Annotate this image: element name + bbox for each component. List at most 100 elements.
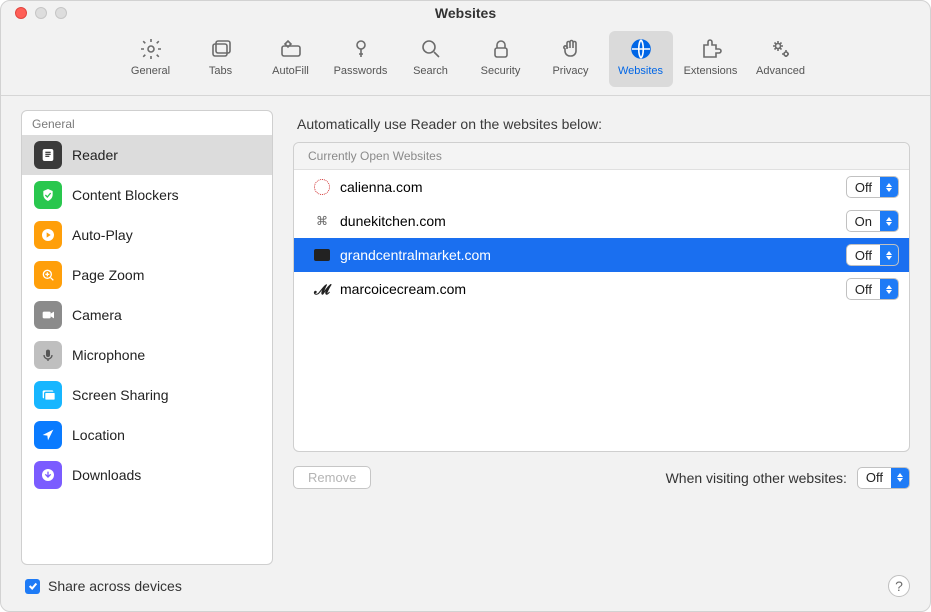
toolbar-tab-label: Security <box>481 65 521 77</box>
main-panel: Automatically use Reader on the websites… <box>293 110 910 565</box>
favicon-icon <box>314 179 330 195</box>
toolbar-tab-tabs[interactable]: Tabs <box>189 31 253 87</box>
chevron-updown-icon <box>891 468 909 488</box>
download-icon <box>34 461 62 489</box>
hand-icon <box>557 35 585 63</box>
chevron-updown-icon <box>880 245 898 265</box>
chevron-updown-icon <box>880 211 898 231</box>
websites-list: Currently Open Websites calienna.com Off d… <box>293 142 910 452</box>
website-domain: dunekitchen.com <box>340 213 836 229</box>
toolbar-tab-label: General <box>131 65 170 77</box>
globe-icon <box>627 35 655 63</box>
sidebar-item-label: Camera <box>72 307 122 323</box>
default-setting-label: When visiting other websites: <box>666 470 847 486</box>
website-row[interactable]: dunekitchen.com On <box>294 204 909 238</box>
sidebar-item-label: Location <box>72 427 125 443</box>
remove-button[interactable]: Remove <box>293 466 371 489</box>
toolbar-tab-websites[interactable]: Websites <box>609 31 673 87</box>
help-button[interactable]: ? <box>888 575 910 597</box>
favicon-icon <box>314 213 330 229</box>
shield-icon <box>34 181 62 209</box>
chevron-updown-icon <box>880 177 898 197</box>
location-icon <box>34 421 62 449</box>
share-across-devices-checkbox[interactable]: Share across devices <box>25 578 182 594</box>
toolbar-tab-label: Advanced <box>756 65 805 77</box>
sidebar-item-label: Reader <box>72 147 118 163</box>
gears-icon <box>767 35 795 63</box>
website-setting-value: Off <box>847 248 880 263</box>
gear-icon <box>137 35 165 63</box>
bottom-controls: Remove When visiting other websites: Off <box>293 466 910 489</box>
key-icon <box>347 35 375 63</box>
share-across-devices-label: Share across devices <box>48 578 182 594</box>
checkbox-checked-icon <box>25 579 40 594</box>
window-title: Websites <box>1 5 930 21</box>
toolbar-tab-label: Tabs <box>209 65 232 77</box>
toolbar-tab-security[interactable]: Security <box>469 31 533 87</box>
zoom-icon <box>34 261 62 289</box>
toolbar-tab-label: Extensions <box>684 65 738 77</box>
sidebar-item-camera[interactable]: Camera <box>22 295 272 335</box>
website-domain: marcoicecream.com <box>340 281 836 297</box>
favicon-icon <box>314 281 330 297</box>
lock-icon <box>487 35 515 63</box>
website-setting-select[interactable]: On <box>846 210 899 232</box>
sidebar-item-microphone[interactable]: Microphone <box>22 335 272 375</box>
sidebar-item-downloads[interactable]: Downloads <box>22 455 272 495</box>
sidebar-item-reader[interactable]: Reader <box>22 135 272 175</box>
website-setting-select[interactable]: Off <box>846 278 899 300</box>
titlebar: Websites <box>1 1 930 25</box>
sidebar-item-location[interactable]: Location <box>22 415 272 455</box>
body: General Reader Content Blockers Auto-Play P… <box>1 96 930 575</box>
website-setting-select[interactable]: Off <box>846 244 899 266</box>
toolbar-tab-search[interactable]: Search <box>399 31 463 87</box>
screen-icon <box>34 381 62 409</box>
preferences-toolbar: General Tabs AutoFill Passwords Search Securi… <box>1 25 930 96</box>
toolbar-tab-passwords[interactable]: Passwords <box>329 31 393 87</box>
website-setting-value: On <box>847 214 880 229</box>
sidebar-item-screen-sharing[interactable]: Screen Sharing <box>22 375 272 415</box>
pencil-icon <box>277 35 305 63</box>
sidebar-item-label: Downloads <box>72 467 141 483</box>
default-setting-row: When visiting other websites: Off <box>666 467 910 489</box>
footer: Share across devices ? <box>1 575 930 611</box>
sidebar-item-auto-play[interactable]: Auto-Play <box>22 215 272 255</box>
sidebar-section-label: General <box>22 111 272 135</box>
website-setting-value: Off <box>847 180 880 195</box>
website-row[interactable]: marcoicecream.com Off <box>294 272 909 306</box>
toolbar-tab-label: Passwords <box>334 65 388 77</box>
toolbar-tab-label: AutoFill <box>272 65 309 77</box>
preferences-window: Websites General Tabs AutoFill Passwords Sea… <box>0 0 931 612</box>
website-row[interactable]: grandcentralmarket.com Off <box>294 238 909 272</box>
sidebar-item-label: Screen Sharing <box>72 387 169 403</box>
chevron-updown-icon <box>880 279 898 299</box>
website-setting-select[interactable]: Off <box>846 176 899 198</box>
camera-icon <box>34 301 62 329</box>
toolbar-tab-privacy[interactable]: Privacy <box>539 31 603 87</box>
favicon-icon <box>314 249 330 261</box>
puzzle-icon <box>697 35 725 63</box>
tabs-icon <box>207 35 235 63</box>
main-heading: Automatically use Reader on the websites… <box>293 110 910 142</box>
play-icon <box>34 221 62 249</box>
sidebar-item-label: Content Blockers <box>72 187 179 203</box>
website-domain: calienna.com <box>340 179 836 195</box>
reader-icon <box>34 141 62 169</box>
default-setting-value: Off <box>858 470 891 485</box>
toolbar-tab-autofill[interactable]: AutoFill <box>259 31 323 87</box>
list-subheader: Currently Open Websites <box>294 143 909 170</box>
toolbar-tab-extensions[interactable]: Extensions <box>679 31 743 87</box>
default-setting-select[interactable]: Off <box>857 467 910 489</box>
sidebar-item-label: Page Zoom <box>72 267 144 283</box>
website-row[interactable]: calienna.com Off <box>294 170 909 204</box>
toolbar-tab-advanced[interactable]: Advanced <box>749 31 813 87</box>
sidebar-item-content-blockers[interactable]: Content Blockers <box>22 175 272 215</box>
sidebar-item-label: Auto-Play <box>72 227 133 243</box>
website-setting-value: Off <box>847 282 880 297</box>
website-domain: grandcentralmarket.com <box>340 247 836 263</box>
toolbar-tab-general[interactable]: General <box>119 31 183 87</box>
sidebar-item-label: Microphone <box>72 347 145 363</box>
toolbar-tab-label: Search <box>413 65 448 77</box>
search-icon <box>417 35 445 63</box>
sidebar-item-page-zoom[interactable]: Page Zoom <box>22 255 272 295</box>
